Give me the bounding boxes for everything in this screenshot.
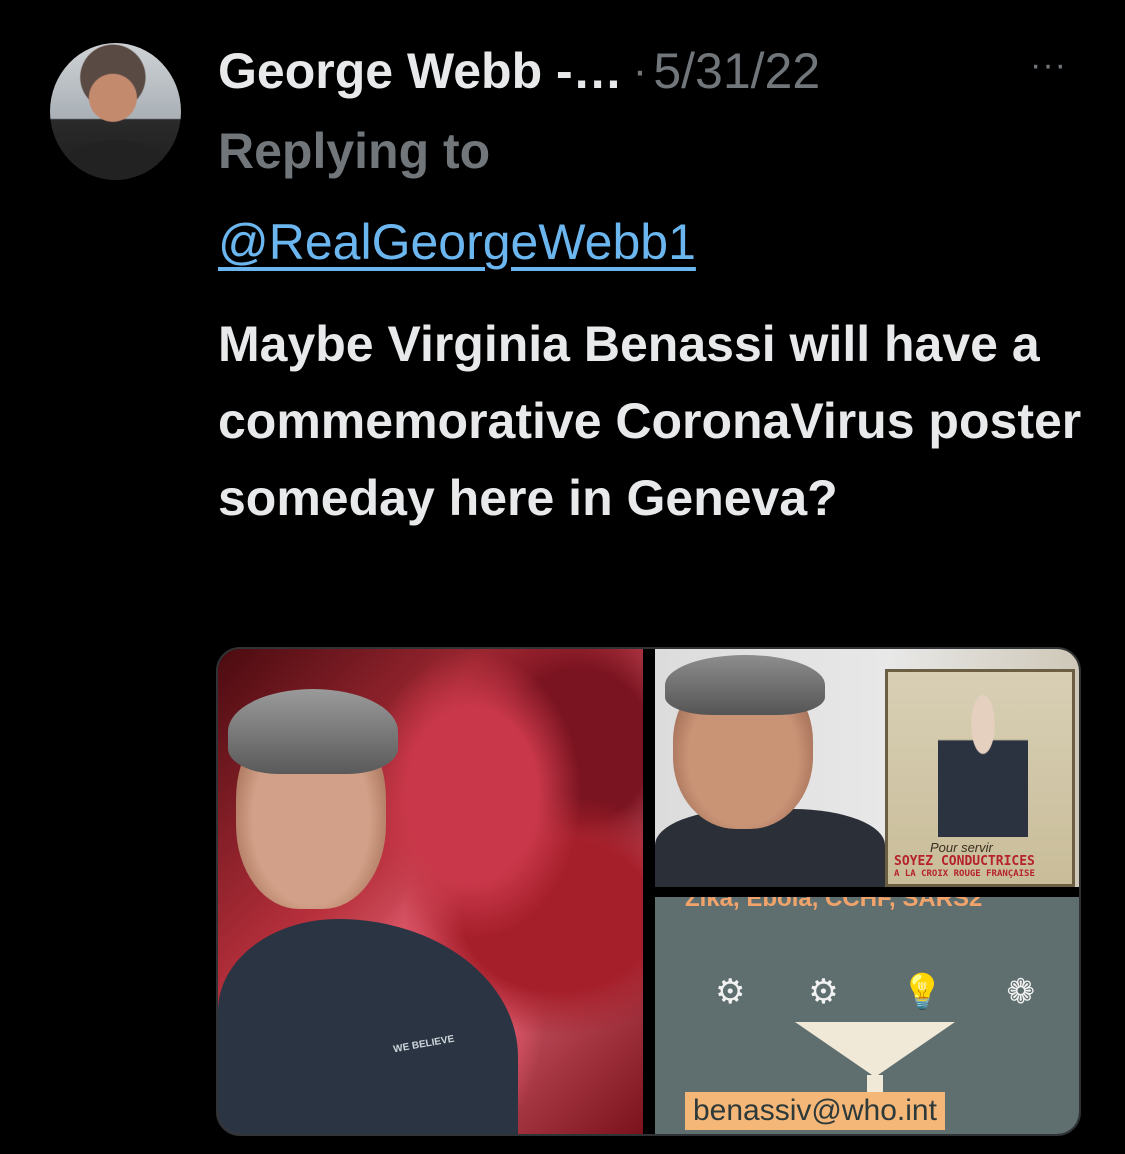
separator-dot: · [632,46,648,95]
media-grid: WE BELIEVE Pour servir SOYEZ CONDUCTRICE… [216,647,1081,1136]
funnel-icon [795,1022,955,1077]
red-cross-poster: Pour servir SOYEZ CONDUCTRICES A LA CROI… [885,669,1075,887]
poster-figure [938,687,1028,837]
reply-handle-link[interactable]: @RealGeorgeWebb1 [218,213,696,271]
media-image-right-bottom[interactable]: Zika, Ebola, CCHF, SARS2 ⚙ ⚙ 💡 ❁ benassi… [655,897,1079,1134]
media-image-right-top[interactable]: Pour servir SOYEZ CONDUCTRICES A LA CROI… [655,649,1079,887]
gear-icon: ⚙ [808,973,839,1011]
tweet-header: George Webb -… · 5/31/22 [218,36,820,106]
brain-icon: ❁ [1006,973,1035,1011]
more-options-icon[interactable]: ··· [1030,48,1067,82]
tweet-date[interactable]: 5/31/22 [653,42,820,100]
avatar[interactable] [50,43,181,180]
email-label: benassiv@who.int [685,1092,945,1130]
poster-small-text: Pour servir [930,840,993,855]
media-image-left[interactable]: WE BELIEVE [218,649,643,1134]
replying-to-label: Replying to [218,123,491,179]
display-name[interactable]: George Webb -… [218,42,623,100]
tweet-text: Maybe Virginia Benassi will have a comme… [218,316,1082,526]
avatar-shoulders [62,140,169,180]
gear-icon: ⚙ [715,973,746,1011]
person-hair [228,689,398,774]
poster-title: SOYEZ CONDUCTRICES A LA CROIX ROUGE FRAN… [894,855,1072,881]
diseases-text: Zika, Ebola, CCHF, SARS2 [685,897,983,912]
lightbulb-icon: 💡 [901,973,944,1011]
poster-title-line: SOYEZ CONDUCTRICES [894,854,1035,869]
person-body [218,919,518,1134]
tweet: George Webb -… · 5/31/22 ··· Replying to… [0,0,1125,1154]
person-hair [665,655,825,715]
poster-subtitle-line: A LA CROIX ROUGE FRANÇAISE [894,869,1035,879]
icon-row: ⚙ ⚙ 💡 ❁ [715,972,1035,1012]
